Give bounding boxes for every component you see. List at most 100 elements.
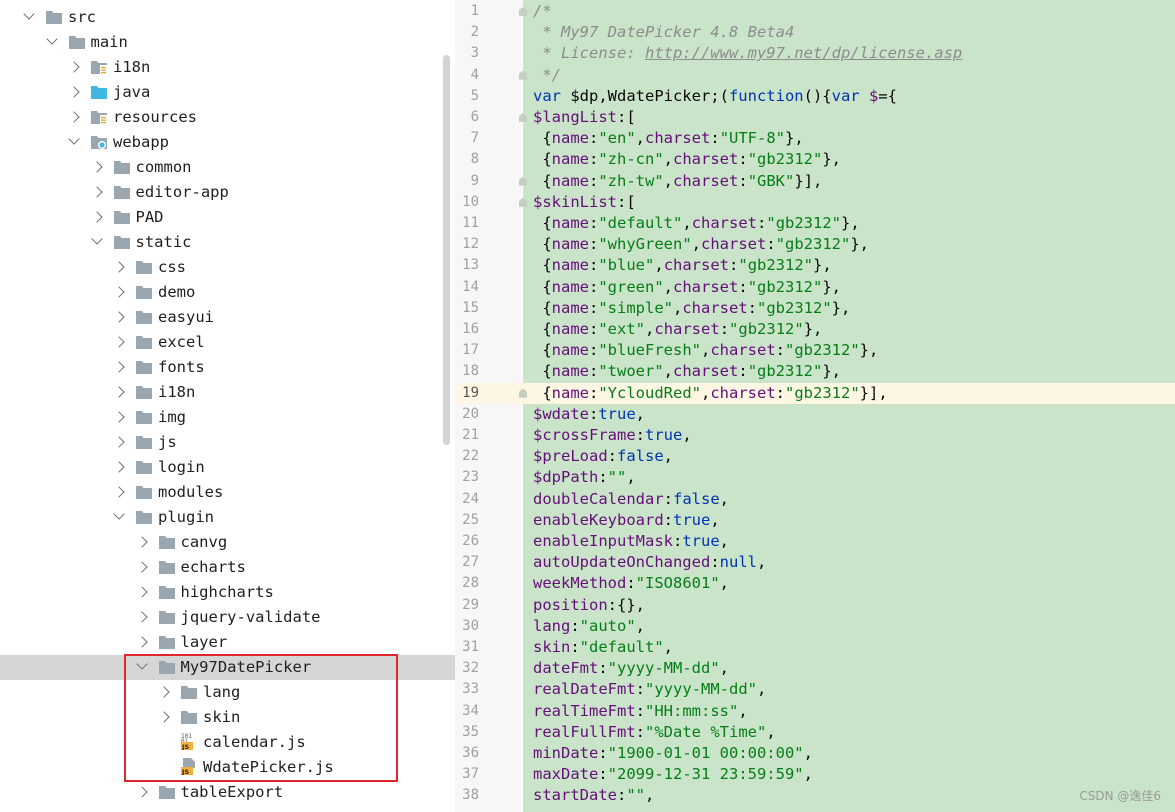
code-line[interactable]: var $dp,WdatePicker;(function(){var $={ <box>533 86 897 107</box>
chevron-right-icon[interactable] <box>135 586 148 598</box>
code-line[interactable]: $wdate:true, <box>533 404 645 425</box>
chevron-right-icon[interactable] <box>90 186 103 198</box>
code-line[interactable]: {name:"green",charset:"gb2312"}, <box>533 277 841 298</box>
code-line[interactable]: enableInputMask:true, <box>533 531 729 552</box>
code-line[interactable]: realTimeFmt:"HH:mm:ss", <box>533 701 748 722</box>
code-token: (){ <box>803 86 832 105</box>
tree-item[interactable]: static <box>0 230 455 255</box>
tree-item[interactable]: excel <box>0 330 455 355</box>
code-line[interactable]: dateFmt:"yyyy-MM-dd", <box>533 658 729 679</box>
code-token: , <box>719 659 729 678</box>
code-line[interactable]: skin:"default", <box>533 637 673 658</box>
code-line[interactable]: realDateFmt:"yyyy-MM-dd", <box>533 679 766 700</box>
tree-item[interactable]: webapp <box>0 130 455 155</box>
tree-item[interactable]: easyui <box>0 305 455 330</box>
code-line[interactable]: {name:"blueFresh",charset:"gb2312"}, <box>533 340 878 361</box>
tree-item[interactable]: js <box>0 430 455 455</box>
chevron-right-icon[interactable] <box>113 361 125 373</box>
code-line[interactable]: $dpPath:"", <box>533 467 636 488</box>
chevron-right-icon[interactable] <box>90 161 103 173</box>
tree-item[interactable]: highcharts <box>0 580 455 605</box>
code-line[interactable]: maxDate:"2099-12-31 23:59:59", <box>533 764 813 785</box>
code-line[interactable]: realFullFmt:"%Date %Time", <box>533 722 776 743</box>
code-line[interactable]: */ <box>533 65 561 86</box>
code-line[interactable]: /* <box>533 1 552 22</box>
tree-item[interactable]: resources <box>0 105 455 130</box>
tree-item[interactable]: java <box>0 80 455 105</box>
tree-item[interactable]: canvg <box>0 530 455 555</box>
tree-item[interactable]: src <box>0 5 455 30</box>
tree-item[interactable]: PAD <box>0 205 455 230</box>
code-line[interactable]: {name:"zh-cn",charset:"gb2312"}, <box>533 149 841 170</box>
code-line[interactable]: {name:"ext",charset:"gb2312"}, <box>533 319 822 340</box>
chevron-right-icon[interactable] <box>113 286 125 298</box>
chevron-right-icon[interactable] <box>135 611 148 623</box>
code-line[interactable]: weekMethod:"ISO8601", <box>533 573 729 594</box>
chevron-right-icon[interactable] <box>113 486 125 498</box>
tree-item[interactable]: main <box>0 30 455 55</box>
chevron-right-icon[interactable] <box>113 336 125 348</box>
tree-item[interactable]: modules <box>0 480 455 505</box>
code-line[interactable]: enableKeyboard:true, <box>533 510 720 531</box>
code-line[interactable]: startDate:"", <box>533 785 654 806</box>
chevron-right-icon[interactable] <box>113 261 125 273</box>
chevron-right-icon[interactable] <box>68 86 80 98</box>
code-line[interactable]: doubleCalendar:false, <box>533 489 729 510</box>
code-line[interactable]: $crossFrame:true, <box>533 425 692 446</box>
tree-item[interactable]: demo <box>0 280 455 305</box>
tree-item[interactable]: i18n <box>0 55 455 80</box>
chevron-down-icon[interactable] <box>113 508 125 520</box>
tree-item[interactable]: img <box>0 405 455 430</box>
chevron-right-icon[interactable] <box>113 436 125 448</box>
tree-item[interactable]: jquery-validate <box>0 605 455 630</box>
code-line[interactable]: {name:"YcloudRed",charset:"gb2312"}], <box>533 383 887 404</box>
code-line[interactable]: {name:"blue",charset:"gb2312"}, <box>533 255 831 276</box>
tree-item[interactable]: common <box>0 155 455 180</box>
code-editor[interactable]: 1 /* 2 * My97 DatePicker 4.8 Beta4 3 * Lice… <box>455 0 1175 812</box>
chevron-right-icon[interactable] <box>135 536 148 548</box>
code-line[interactable]: $skinList:[ <box>533 192 636 213</box>
code-line[interactable]: position:{}, <box>533 595 645 616</box>
chevron-down-icon[interactable] <box>90 233 103 245</box>
tree-item[interactable]: fonts <box>0 355 455 380</box>
project-tree-panel[interactable]: src main i18n java resources webapp common edit… <box>0 0 455 812</box>
tree-item[interactable]: plugin <box>0 505 455 530</box>
chevron-right-icon[interactable] <box>113 461 125 473</box>
chevron-right-icon[interactable] <box>113 411 125 423</box>
chevron-right-icon[interactable] <box>113 386 125 398</box>
tree-item[interactable]: css <box>0 255 455 280</box>
code-line[interactable]: * My97 DatePicker 4.8 Beta4 <box>533 22 794 43</box>
code-line[interactable]: $langList:[ <box>533 107 636 128</box>
tree-item[interactable]: echarts <box>0 555 455 580</box>
chevron-right-icon[interactable] <box>135 786 148 798</box>
code-line[interactable]: {name:"default",charset:"gb2312"}, <box>533 213 859 234</box>
tree-item[interactable]: i18n <box>0 380 455 405</box>
code-line[interactable]: {name:"simple",charset:"gb2312"}, <box>533 298 850 319</box>
chevron-down-icon[interactable] <box>45 33 58 45</box>
chevron-down-icon[interactable] <box>23 8 35 20</box>
tree-scrollbar[interactable] <box>443 55 450 445</box>
code-line[interactable]: * License: http://www.my97.net/dp/licens… <box>533 43 962 64</box>
chevron-down-icon[interactable] <box>68 133 80 145</box>
tree-item[interactable]: login <box>0 455 455 480</box>
chevron-right-icon[interactable] <box>68 111 80 123</box>
tree-item[interactable]: layer <box>0 630 455 655</box>
tree-item[interactable]: editor-app <box>0 180 455 205</box>
code-line[interactable]: {name:"zh-tw",charset:"GBK"}], <box>533 171 822 192</box>
code-token: "gb2312" <box>775 235 851 254</box>
code-line[interactable]: $preLoad:false, <box>533 446 673 467</box>
code-line[interactable]: autoUpdateOnChanged:null, <box>533 552 766 573</box>
chevron-right-icon[interactable] <box>113 311 125 323</box>
tree-item[interactable]: tableExport <box>0 780 455 805</box>
chevron-right-icon[interactable] <box>135 636 148 648</box>
code-token: "default" <box>598 214 683 232</box>
chevron-right-icon[interactable] <box>90 211 103 223</box>
code-line[interactable]: {name:"twoer",charset:"gb2312"}, <box>533 361 841 382</box>
chevron-right-icon[interactable] <box>135 561 148 573</box>
code-token: $skinList <box>533 192 617 211</box>
code-line[interactable]: {name:"en",charset:"UTF-8"}, <box>533 128 803 149</box>
chevron-right-icon[interactable] <box>68 61 80 73</box>
code-line[interactable]: {name:"whyGreen",charset:"gb2312"}, <box>533 234 869 255</box>
code-line[interactable]: minDate:"1900-01-01 00:00:00", <box>533 743 813 764</box>
code-line[interactable]: lang:"auto", <box>533 616 645 637</box>
